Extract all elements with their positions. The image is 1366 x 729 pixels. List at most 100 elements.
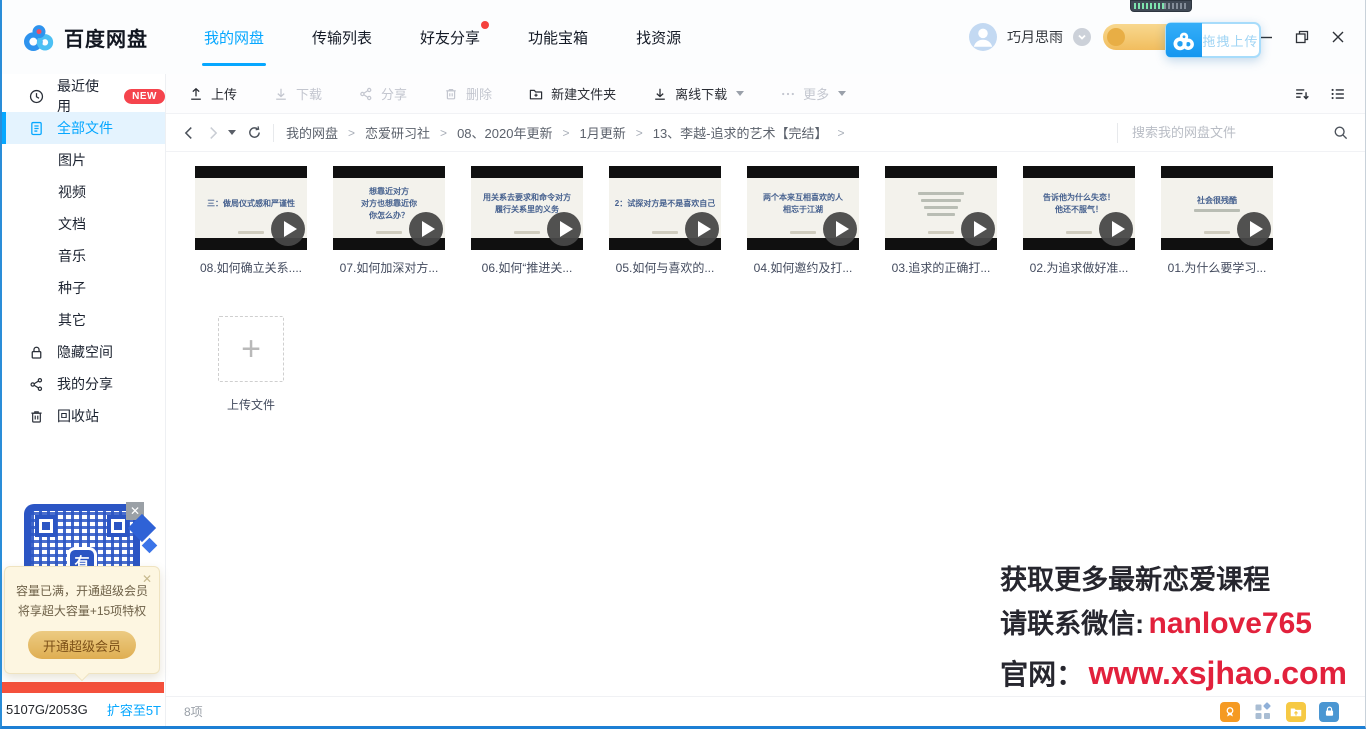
play-triangle <box>284 221 297 237</box>
play-icon[interactable] <box>1237 212 1271 246</box>
sidebar-item-all-files[interactable]: 全部文件 <box>2 112 165 144</box>
tab-0[interactable]: 我的网盘 <box>202 21 266 54</box>
play-triangle <box>1250 221 1263 237</box>
sidebar-item-recycle-bin[interactable]: 回收站 <box>2 400 165 432</box>
avatar[interactable] <box>969 23 997 51</box>
file-card-2[interactable]: 用关系去要求和命令对方履行关系里的义务06.如何“推进关... <box>458 166 596 276</box>
sidebar-item-others[interactable]: 其它 <box>2 304 165 336</box>
drag-upload-widget[interactable]: 拖拽上传 <box>1165 22 1261 58</box>
list-view-icon[interactable] <box>1329 85 1347 103</box>
download-button[interactable]: 下载 <box>273 84 322 103</box>
share-button[interactable]: 分享 <box>358 84 407 103</box>
play-icon[interactable] <box>961 212 995 246</box>
thumbnail-watermark <box>376 231 402 234</box>
breadcrumb-item[interactable]: 恋爱研习社 <box>365 123 430 142</box>
search-icon[interactable] <box>1332 124 1349 141</box>
back-icon[interactable] <box>180 124 198 142</box>
upload-button[interactable]: 上传 <box>188 84 237 103</box>
tab-4[interactable]: 找资源 <box>634 21 683 54</box>
divider <box>273 124 274 142</box>
video-thumbnail[interactable] <box>885 166 997 250</box>
rewards-medal-icon[interactable] <box>1220 702 1240 722</box>
baidu-netdisk-window: 百度网盘 我的网盘传输列表好友分享功能宝箱找资源 巧月思雨 <box>0 0 1366 729</box>
video-thumbnail[interactable]: 2：试探对方是不是喜欢自己 <box>609 166 721 250</box>
file-card-7[interactable]: 社会很残酷01.为什么要学习... <box>1148 166 1286 276</box>
restore-button[interactable] <box>1289 24 1315 50</box>
video-thumbnail[interactable]: 两个本来互相喜欢的人相忘于江湖 <box>747 166 859 250</box>
sidebar-item-label: 图片 <box>58 150 86 170</box>
file-card-0[interactable]: 三：做局仪式感和严谨性08.如何确立关系.... <box>182 166 320 276</box>
main-nav-tabs: 我的网盘 传输列表 好友分享 功能宝箱 找资源 <box>202 0 683 74</box>
open-super-vip-button[interactable]: 开通超级会员 <box>28 631 136 659</box>
toolbar: 上传 下载 分享 删除 新建文件夹 <box>166 74 1365 114</box>
play-icon[interactable] <box>823 212 857 246</box>
play-icon[interactable] <box>547 212 581 246</box>
file-card-4[interactable]: 两个本来互相喜欢的人相忘于江湖04.如何邀约及打... <box>734 166 872 276</box>
breadcrumb-item[interactable]: 13、李越-追求的艺术【完结】 <box>653 123 828 142</box>
tab-1[interactable]: 传输列表 <box>310 21 374 54</box>
expand-storage-link[interactable]: 扩容至5T <box>107 700 161 719</box>
storage-usage-text: 5107G/2053G <box>6 702 88 717</box>
sidebar-item-videos[interactable]: 视频 <box>2 176 165 208</box>
search-input[interactable] <box>1132 125 1332 140</box>
backup-folder-icon[interactable] <box>1286 702 1306 722</box>
safe-lock-icon[interactable] <box>1319 702 1339 722</box>
thumbnail-text: 两个本来互相喜欢的人 <box>763 193 843 203</box>
play-icon[interactable] <box>271 212 305 246</box>
sidebar-item-documents[interactable]: 文档 <box>2 208 165 240</box>
thumbnail-text: 你怎么办？ <box>369 211 409 221</box>
sort-icon[interactable] <box>1293 85 1311 103</box>
sidebar-item-music[interactable]: 音乐 <box>2 240 165 272</box>
thumbnail-watermark <box>928 231 954 234</box>
history-caret-icon[interactable] <box>228 130 236 135</box>
breadcrumb: 我的网盘>恋爱研习社>08、2020年更新>1月更新>13、李越-追求的艺术【完… <box>286 123 845 142</box>
tab-3[interactable]: 功能宝箱 <box>526 21 590 54</box>
sidebar-item-torrents[interactable]: 种子 <box>2 272 165 304</box>
notification-dot <box>481 21 489 29</box>
file-name: 03.追求的正确打... <box>892 259 991 276</box>
file-card-1[interactable]: 想靠近对方对方也想靠近你你怎么办？07.如何加深对方... <box>320 166 458 276</box>
thumbnail-watermark <box>652 231 678 234</box>
meter-empty <box>1164 3 1188 9</box>
sidebar-item-recent[interactable]: 最近使用NEW <box>2 80 165 112</box>
tab-2[interactable]: 好友分享 <box>418 21 482 54</box>
close-button[interactable] <box>1325 24 1351 50</box>
breadcrumb-item[interactable]: 1月更新 <box>579 123 625 142</box>
thumbnail-watermark <box>1204 231 1230 234</box>
play-icon[interactable] <box>685 212 719 246</box>
video-thumbnail[interactable]: 告诉他为什么失恋！他还不服气！ <box>1023 166 1135 250</box>
sidebar-item-label: 隐藏空间 <box>57 342 113 362</box>
video-thumbnail[interactable]: 三：做局仪式感和严谨性 <box>195 166 307 250</box>
play-icon[interactable] <box>409 212 443 246</box>
upload-dropzone[interactable]: + <box>218 316 284 382</box>
mini-apps-grid-icon[interactable] <box>1253 702 1273 722</box>
breadcrumb-item[interactable]: 我的网盘 <box>286 123 338 142</box>
file-card-6[interactable]: 告诉他为什么失恋！他还不服气！02.为追求做好准... <box>1010 166 1148 276</box>
video-thumbnail[interactable]: 用关系去要求和命令对方履行关系里的义务 <box>471 166 583 250</box>
offline-download-button[interactable]: 离线下载 <box>652 84 744 103</box>
new-folder-button[interactable]: 新建文件夹 <box>528 84 616 103</box>
thumbnail-text: 履行关系里的义务 <box>495 205 559 215</box>
file-card-5[interactable]: 03.追求的正确打... <box>872 166 1010 276</box>
sidebar: 最近使用NEW全部文件图片视频文档音乐种子其它隐藏空间我的分享回收站 有 ✕ ✕… <box>2 74 166 726</box>
header: 百度网盘 我的网盘传输列表好友分享功能宝箱找资源 巧月思雨 <box>2 0 1365 74</box>
delete-button[interactable]: 删除 <box>443 84 492 103</box>
video-thumbnail[interactable]: 社会很残酷 <box>1161 166 1273 250</box>
play-icon[interactable] <box>1099 212 1133 246</box>
file-card-3[interactable]: 2：试探对方是不是喜欢自己 05.如何与喜欢的... <box>596 166 734 276</box>
breadcrumb-item[interactable]: 08、2020年更新 <box>457 123 552 142</box>
vip-badge-icon[interactable] <box>1073 28 1091 46</box>
forward-icon[interactable] <box>204 124 222 142</box>
upload-file-tile[interactable]: +上传文件 <box>182 310 320 413</box>
sidebar-item-label: 文档 <box>58 214 86 234</box>
popup-close-icon[interactable]: ✕ <box>142 572 152 586</box>
sidebar-item-hidden-space[interactable]: 隐藏空间 <box>2 336 165 368</box>
capacity-popup-line2: 将享超大容量+15项特权 <box>15 601 149 621</box>
video-thumbnail[interactable]: 想靠近对方对方也想靠近你你怎么办？ <box>333 166 445 250</box>
sidebar-item-my-shares[interactable]: 我的分享 <box>2 368 165 400</box>
more-button[interactable]: 更多 <box>780 84 846 103</box>
username[interactable]: 巧月思雨 <box>1007 27 1063 47</box>
refresh-icon[interactable] <box>246 124 263 141</box>
sidebar-item-pictures[interactable]: 图片 <box>2 144 165 176</box>
file-name: 05.如何与喜欢的... <box>616 259 715 276</box>
